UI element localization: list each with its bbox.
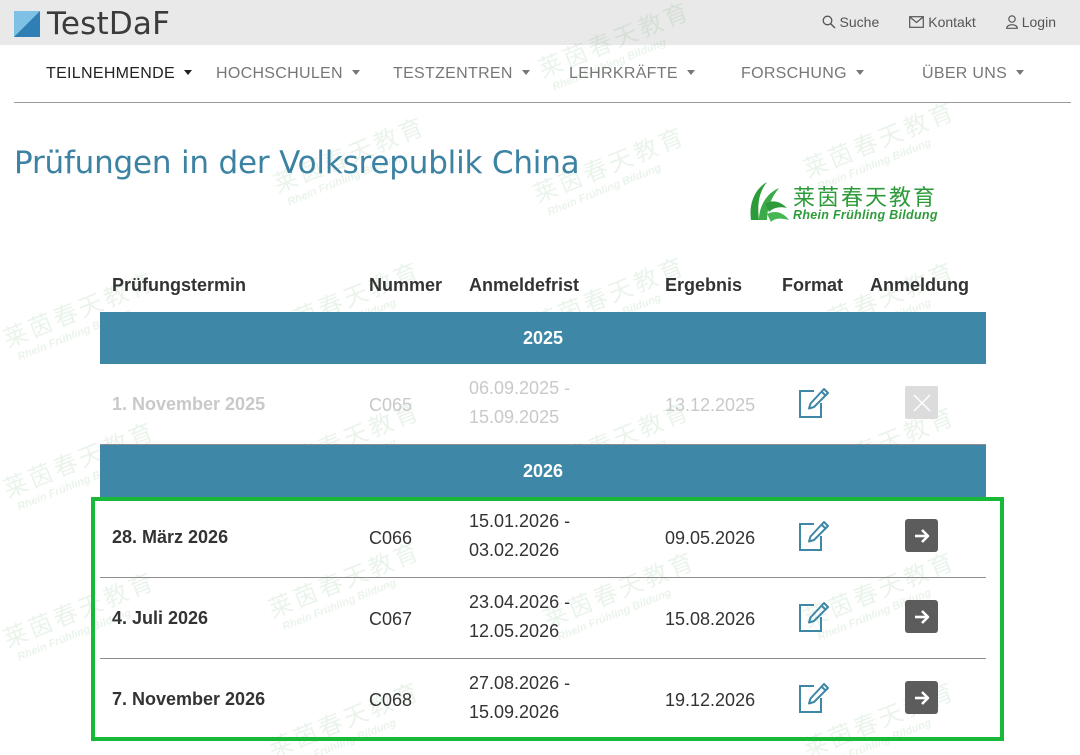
- brand-leaf-icon: [750, 182, 789, 222]
- column-header-registration: Anmeldung: [870, 275, 969, 295]
- column-header-number: Nummer: [369, 275, 443, 295]
- nav-item-ueber-uns[interactable]: ÜBER UNS: [922, 65, 1025, 83]
- nav-item-label: LEHRKRÄFTE: [569, 65, 678, 82]
- nav-item-label: FORSCHUNG: [741, 65, 847, 82]
- year-row-2025: 2025: [100, 312, 986, 364]
- registration-deadline: 27.08.2026 -15.09.2026: [469, 673, 571, 722]
- top-bar: TestDaF Suche Kontakt Login: [0, 0, 1080, 45]
- brand-logo: 莱茵春天教育 Rhein Frühling Bildung: [745, 176, 945, 226]
- login-link-label: Login: [1021, 14, 1056, 30]
- registration-closed-icon: [905, 386, 938, 419]
- search-link[interactable]: Suche: [822, 14, 880, 30]
- site-logo[interactable]: TestDaF: [14, 6, 170, 42]
- table-row: 7. November 2026 C068 27.08.2026 -15.09.…: [100, 659, 986, 740]
- result-date: 09.05.2026: [665, 528, 756, 548]
- exam-table: Prüfungstermin Nummer Anmeldefrist Ergeb…: [100, 260, 986, 740]
- exam-number: C067: [369, 609, 413, 629]
- nav-item-teilnehmende[interactable]: TEILNEHMENDE: [46, 65, 192, 83]
- caret-down-icon: [855, 70, 864, 75]
- caret-down-icon: [183, 70, 192, 75]
- table-row: 1. November 2025 C065 06.09.2025 -15.09.…: [100, 364, 986, 445]
- column-header-format: Format: [782, 275, 844, 295]
- result-date: 15.08.2026: [665, 609, 756, 629]
- page-title: Prüfungen in der Volksrepublik China: [14, 145, 580, 181]
- exam-date: 4. Juli 2026: [112, 608, 209, 628]
- search-icon: [822, 15, 836, 29]
- format-icon[interactable]: [797, 386, 831, 425]
- nav-item-label: HOCHSCHULEN: [216, 65, 343, 82]
- register-button[interactable]: [905, 519, 938, 552]
- main-nav: TEILNEHMENDE HOCHSCHULEN TESTZENTREN LEH…: [14, 45, 1071, 103]
- column-header-date: Prüfungstermin: [112, 275, 247, 295]
- format-icon[interactable]: [797, 600, 831, 639]
- format-icon[interactable]: [797, 519, 831, 558]
- brand-name-en: Rhein Frühling Bildung: [793, 208, 938, 222]
- nav-item-hochschulen[interactable]: HOCHSCHULEN: [216, 65, 360, 83]
- table-row: 4. Juli 2026 C067 23.04.2026 -12.05.2026…: [100, 578, 986, 659]
- exam-number: C065: [369, 395, 413, 415]
- nav-item-testzentren[interactable]: TESTZENTREN: [393, 65, 530, 83]
- contact-link-label: Kontakt: [928, 14, 976, 30]
- column-header-deadline: Anmeldefrist: [469, 275, 580, 295]
- caret-down-icon: [686, 70, 695, 75]
- caret-down-icon: [521, 70, 530, 75]
- register-button[interactable]: [905, 600, 938, 633]
- format-icon[interactable]: [797, 681, 831, 720]
- result-date: 19.12.2026: [665, 690, 756, 710]
- nav-item-label: TEILNEHMENDE: [46, 65, 175, 82]
- exam-date: 28. März 2026: [112, 527, 229, 547]
- logo-mark-icon: [14, 11, 40, 37]
- mail-icon: [909, 16, 925, 28]
- site-name: TestDaF: [47, 6, 171, 42]
- exam-number: C066: [369, 528, 413, 548]
- exam-date: 7. November 2026: [112, 689, 266, 709]
- column-header-result: Ergebnis: [665, 275, 743, 295]
- exam-date: 1. November 2025: [112, 394, 266, 414]
- result-date: 13.12.2025: [665, 395, 756, 415]
- utility-links: Suche Kontakt Login: [822, 14, 1056, 30]
- registration-deadline: 15.01.2026 -03.02.2026: [469, 511, 571, 560]
- login-link[interactable]: Login: [1005, 14, 1056, 30]
- year-row-2026: 2026: [100, 445, 986, 497]
- registration-deadline: 23.04.2026 -12.05.2026: [469, 592, 571, 641]
- arrow-right-icon: [914, 528, 929, 543]
- contact-link[interactable]: Kontakt: [909, 14, 976, 30]
- caret-down-icon: [1016, 70, 1025, 75]
- table-header: Prüfungstermin Nummer Anmeldefrist Ergeb…: [100, 260, 986, 312]
- caret-down-icon: [351, 70, 360, 75]
- arrow-right-icon: [914, 690, 929, 705]
- exam-number: C068: [369, 690, 413, 710]
- arrow-right-icon: [914, 609, 929, 624]
- nav-item-forschung[interactable]: FORSCHUNG: [741, 65, 864, 83]
- search-link-label: Suche: [839, 14, 880, 30]
- table-row: 28. März 2026 C066 15.01.2026 -03.02.202…: [100, 497, 986, 578]
- user-icon: [1005, 15, 1018, 29]
- nav-item-label: TESTZENTREN: [393, 65, 513, 82]
- nav-item-label: ÜBER UNS: [922, 65, 1008, 82]
- register-button[interactable]: [905, 681, 938, 714]
- registration-deadline: 06.09.2025 -15.09.2025: [469, 378, 571, 427]
- nav-item-lehrkraefte[interactable]: LEHRKRÄFTE: [569, 65, 695, 83]
